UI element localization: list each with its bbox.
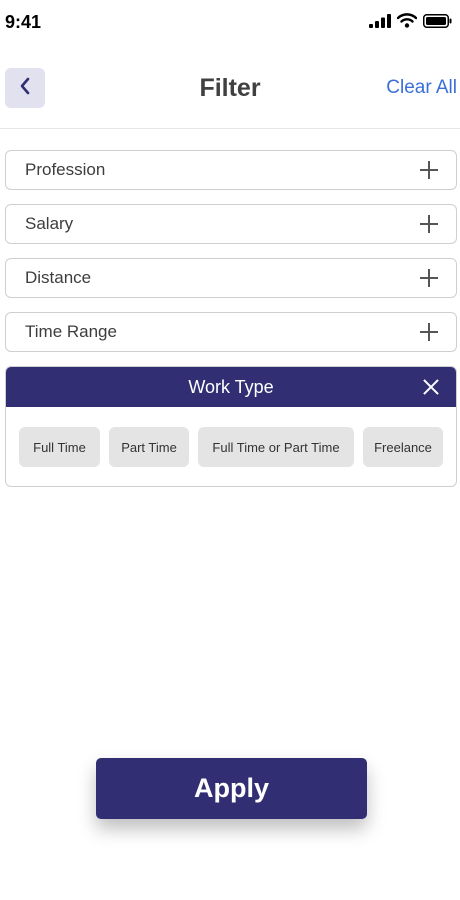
filter-time-range[interactable]: Time Range — [5, 312, 457, 352]
filter-profession[interactable]: Profession — [5, 150, 457, 190]
filter-distance[interactable]: Distance — [5, 258, 457, 298]
plus-icon — [420, 161, 438, 179]
work-type-title: Work Type — [188, 376, 274, 397]
filter-label: Distance — [25, 268, 92, 287]
work-type-panel: Work Type Full Time Part Time Full Time … — [5, 366, 457, 487]
divider — [0, 128, 460, 129]
chip-part-time[interactable]: Part Time — [109, 427, 189, 467]
status-bar: 9:41 — [0, 0, 460, 44]
status-icons — [369, 13, 452, 33]
close-icon[interactable] — [423, 379, 439, 395]
plus-icon — [420, 323, 438, 341]
wifi-icon — [396, 13, 418, 33]
plus-icon — [420, 215, 438, 233]
filter-label: Profession — [25, 160, 106, 179]
signal-icon — [369, 13, 391, 33]
plus-icon — [420, 269, 438, 287]
filter-label: Time Range — [25, 322, 117, 341]
back-button[interactable] — [5, 68, 45, 108]
filter-label: Salary — [25, 214, 74, 233]
status-time: 9:41 — [5, 12, 42, 32]
chevron-left-icon — [19, 77, 31, 100]
apply-button[interactable]: Apply — [96, 758, 367, 819]
filter-salary[interactable]: Salary — [5, 204, 457, 244]
chip-full-time[interactable]: Full Time — [19, 427, 100, 467]
battery-icon — [423, 13, 452, 33]
clear-all-button[interactable]: Clear All — [386, 77, 457, 99]
nav-bar: Filter Clear All — [0, 60, 460, 116]
chip-full-time-or-part-time[interactable]: Full Time or Part Time — [198, 427, 354, 467]
work-type-header[interactable]: Work Type — [6, 367, 456, 407]
chip-freelance[interactable]: Freelance — [363, 427, 443, 467]
